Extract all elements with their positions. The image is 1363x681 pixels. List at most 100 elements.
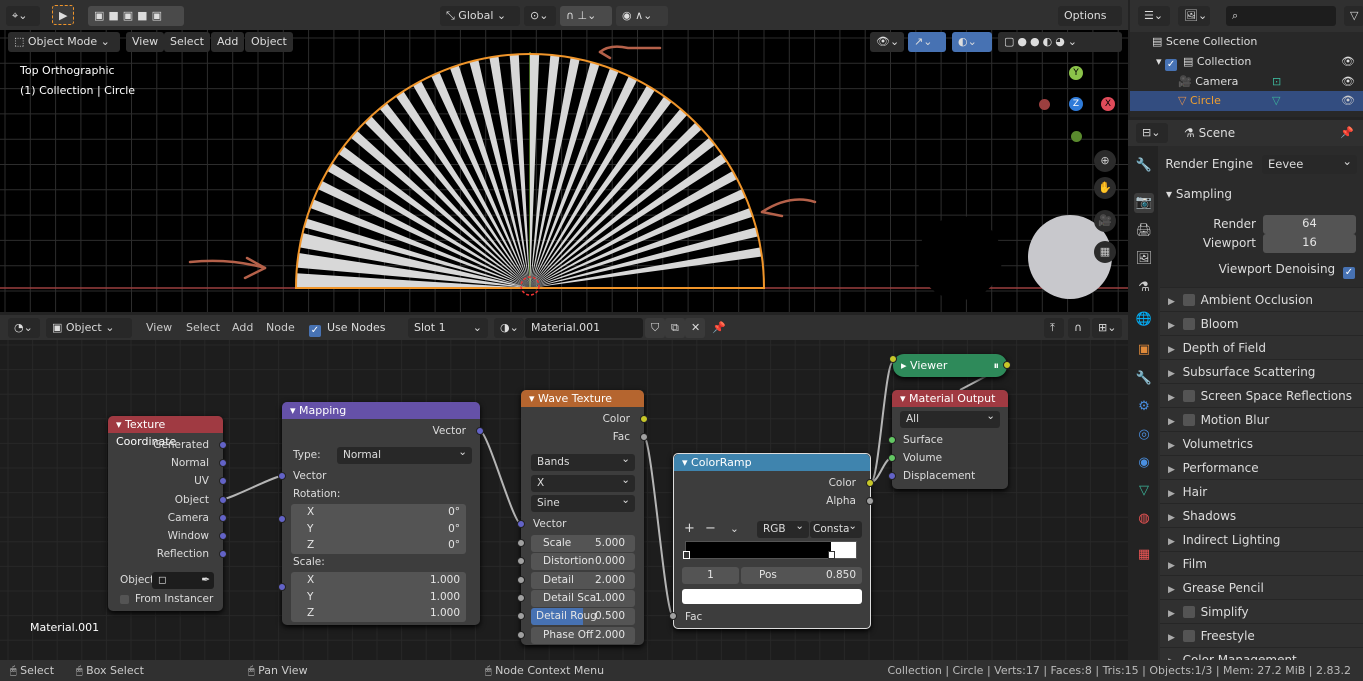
properties-tab-3[interactable]: 🖼 <box>1134 249 1154 269</box>
socket-object-out[interactable] <box>219 495 227 504</box>
shader-type-dropdown[interactable]: ▣ Object ⌄ <box>46 318 132 338</box>
filter-icon[interactable]: ▽ <box>1344 6 1363 26</box>
editor-type-button[interactable]: ◔⌄ <box>8 318 40 338</box>
menu-add[interactable]: Add <box>211 32 245 52</box>
camera-data-icon[interactable]: ⊡ <box>1272 72 1281 92</box>
socket-0-in[interactable] <box>517 539 525 547</box>
stop-color-swatch[interactable] <box>682 589 862 604</box>
socket-alpha-out[interactable] <box>866 497 874 505</box>
properties-tab-13[interactable]: ▦ <box>1134 545 1154 565</box>
panel-checkbox[interactable] <box>1182 630 1195 642</box>
wave-field-2[interactable]: Detail 2.000 <box>531 571 635 589</box>
socket-scale-in[interactable] <box>278 583 286 591</box>
ortho-grid-icon[interactable]: ▦ <box>1094 241 1116 263</box>
panel-checkbox[interactable] <box>1182 414 1195 426</box>
panel-checkbox[interactable] <box>1182 390 1195 402</box>
outliner-item-circle[interactable]: ▽ Circle ▽ 👁 <box>1130 91 1363 111</box>
outliner-item-camera[interactable]: 🎥 Camera ⊡ 👁 <box>1178 72 1363 92</box>
ramp-stop-1[interactable] <box>827 551 835 559</box>
fake-user-icon[interactable]: ⛉ <box>645 318 665 338</box>
properties-tab-9[interactable]: ◎ <box>1134 425 1154 445</box>
panel-grease-pencil[interactable]: ▶ Grease Pencil <box>1160 575 1363 599</box>
mode-dropdown[interactable]: ⬚ Object Mode ⌄ <box>8 32 120 52</box>
node-texture-coordinate[interactable]: ▾ Texture Coordinate Generated Normal UV Ob… <box>108 416 227 611</box>
menu-node[interactable]: Node <box>266 318 295 338</box>
mesh-data-icon[interactable]: ▽ <box>1272 91 1280 111</box>
color-mode-dropdown[interactable]: RGB <box>757 518 809 538</box>
wave-field-4[interactable]: Detail Roug 0.500 <box>531 608 635 626</box>
node-header[interactable]: ▾ ColorRamp <box>674 454 870 471</box>
panel-film[interactable]: ▶ Film <box>1160 551 1363 575</box>
gizmo-y[interactable]: Y <box>1069 66 1083 80</box>
panel-hair[interactable]: ▶ Hair <box>1160 479 1363 503</box>
properties-tab-12[interactable]: ◍ <box>1134 509 1154 529</box>
filter-view-dropdown[interactable]: 🖼⌄ <box>1178 6 1210 26</box>
active-stop-index[interactable]: 1 <box>682 567 739 584</box>
properties-tab-11[interactable]: ▽ <box>1134 481 1154 501</box>
node-header[interactable]: ▸ Viewer ⏸ <box>893 354 1007 377</box>
shading-buttons[interactable]: ▢●●◐◕⌄ <box>998 32 1122 52</box>
node-color-ramp[interactable]: ▾ ColorRamp Color Alpha + − ⌄ RGB Consta… <box>669 453 874 629</box>
type-dropdown[interactable]: Normal <box>337 444 472 464</box>
wave-field-3[interactable]: Detail Sca 1.000 <box>531 589 635 607</box>
gizmo-z[interactable]: Z <box>1069 97 1083 111</box>
zoom-icon[interactable]: ⊕ <box>1094 150 1116 172</box>
options-dropdown[interactable]: Options <box>1058 6 1122 26</box>
ramp-menu-button[interactable]: ⌄ <box>730 520 739 538</box>
profile-dropdown[interactable]: Sine <box>531 492 635 512</box>
node-header[interactable]: ▾ Material Output <box>892 390 1008 407</box>
properties-tab-2[interactable]: 🖨 <box>1134 221 1154 241</box>
panel-simplify[interactable]: ▶ Simplify <box>1160 599 1363 623</box>
panel-performance[interactable]: ▶ Performance <box>1160 455 1363 479</box>
socket-vector-in[interactable] <box>517 520 525 528</box>
properties-tab-5[interactable]: 🌐 <box>1134 310 1154 330</box>
viewport-denoising-checkbox[interactable]: Viewport Denoising ✓ <box>1160 257 1363 281</box>
wave-field-5[interactable]: Phase Off 2.000 <box>531 626 635 644</box>
panel-ambient-occlusion[interactable]: ▶ Ambient Occlusion <box>1160 287 1363 311</box>
panel-depth-of-field[interactable]: ▶ Depth of Field <box>1160 335 1363 359</box>
proportional-edit-button[interactable]: ◉ ∧⌄ <box>616 6 668 26</box>
3d-viewport[interactable]: ⬚ Object Mode ⌄ View Select Add Object T… <box>0 30 1128 312</box>
target-dropdown[interactable]: All <box>900 408 1000 428</box>
node-viewer[interactable]: ▸ Viewer ⏸ <box>889 354 1011 377</box>
scale-z-field[interactable]: Z 1.000 <box>291 605 466 622</box>
menu-view[interactable]: View <box>146 318 172 338</box>
material-browse[interactable]: ◑⌄ <box>494 318 524 338</box>
socket-2-in[interactable] <box>517 575 525 584</box>
rotation-z-field[interactable]: Z 0° <box>291 537 466 554</box>
wave-field-0[interactable]: Scale 5.000 <box>531 535 635 552</box>
display-mode-dropdown[interactable]: ☰⌄ <box>1138 6 1170 26</box>
wave-type-dropdown[interactable]: Bands <box>531 451 635 471</box>
socket-4-in[interactable] <box>517 612 525 621</box>
object-field[interactable]: ◻ ✒ <box>152 569 214 589</box>
gizmo-x[interactable]: X <box>1101 97 1115 111</box>
socket-color-out[interactable] <box>640 415 648 423</box>
remove-stop-button[interactable]: − <box>705 520 716 538</box>
eye-icon[interactable]: 👁 <box>1341 52 1355 72</box>
select-tool-button[interactable]: ▶ <box>52 5 74 25</box>
socket-1-in[interactable] <box>517 557 525 566</box>
eye-icon[interactable]: 👁 <box>1341 72 1355 92</box>
node-header[interactable]: ▾ Mapping <box>282 402 480 419</box>
render-engine-dropdown[interactable]: Eevee <box>1262 152 1357 174</box>
slot-dropdown[interactable]: Slot 1 ⌄ <box>408 318 488 338</box>
scale-x-field[interactable]: X 1.000 <box>291 572 466 589</box>
socket-color-out[interactable] <box>866 479 874 487</box>
properties-tab-8[interactable]: ⚙ <box>1134 397 1154 417</box>
material-name-field[interactable]: Material.001 <box>525 318 643 338</box>
socket-5-in[interactable] <box>517 630 525 639</box>
panel-motion-blur[interactable]: ▶ Motion Blur <box>1160 407 1363 431</box>
panel-screen-space-reflections[interactable]: ▶ Screen Space Reflections <box>1160 383 1363 407</box>
properties-tab-6[interactable]: ▣ <box>1134 340 1154 360</box>
parent-node-tree-icon[interactable]: ⤒ <box>1044 318 1064 338</box>
panel-checkbox[interactable] <box>1182 294 1195 306</box>
pin-icon[interactable]: 📌 <box>1340 123 1354 143</box>
gizmo-neg-y[interactable] <box>1071 131 1082 142</box>
socket-fac-out[interactable] <box>640 433 648 441</box>
node-header[interactable]: ▾ Wave Texture <box>521 390 644 407</box>
socket-fac-in[interactable] <box>669 612 677 620</box>
properties-tab-7[interactable]: 🔧 <box>1134 369 1154 389</box>
panel-freestyle[interactable]: ▶ Freestyle <box>1160 623 1363 647</box>
menu-object[interactable]: Object <box>245 32 293 52</box>
panel-shadows[interactable]: ▶ Shadows <box>1160 503 1363 527</box>
